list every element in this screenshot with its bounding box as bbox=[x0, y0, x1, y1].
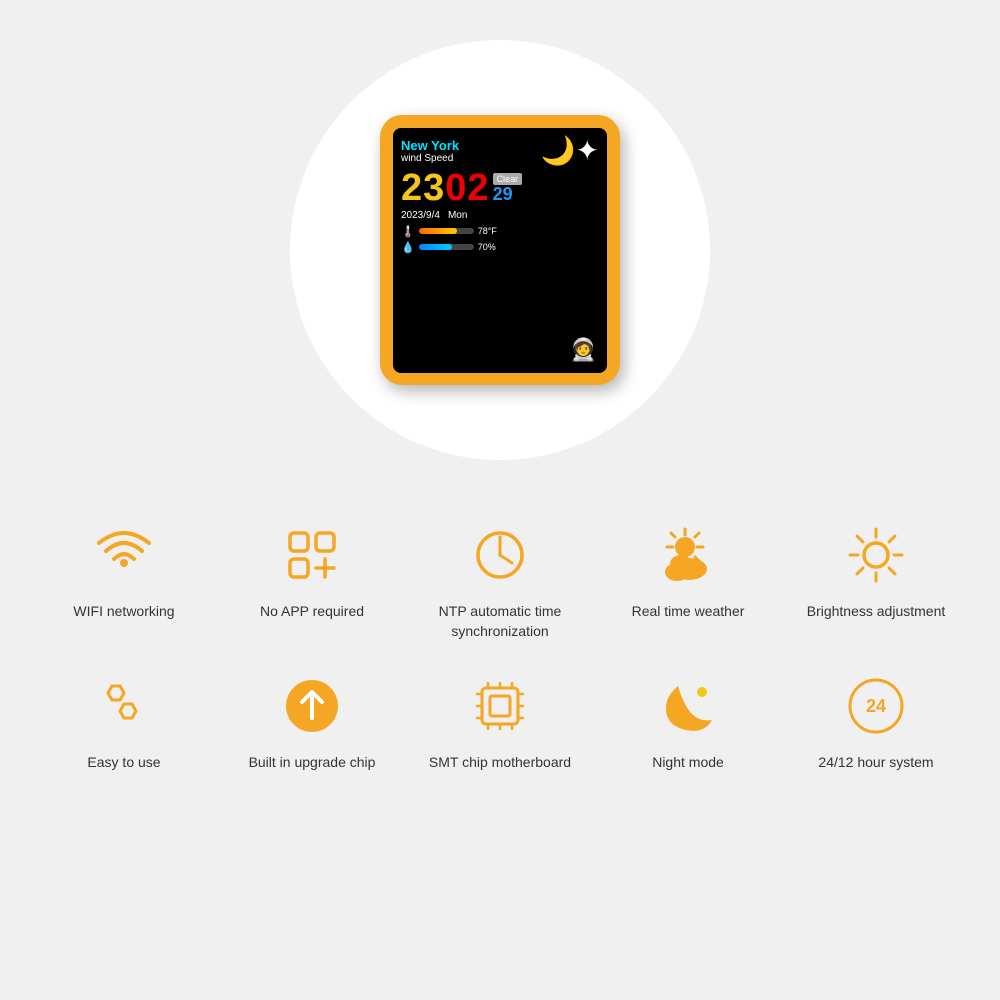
thermometer-icon: 🌡️ bbox=[401, 225, 415, 238]
ntp-label: NTP automatic time synchronization bbox=[410, 602, 590, 641]
product-section: New York wind Speed 🌙✦ 2 3 0 2 Clear 29 bbox=[0, 0, 1000, 500]
feature-app: No APP required bbox=[222, 520, 402, 622]
wifi-icon bbox=[89, 520, 159, 590]
features-section: WIFI networking No APP required bbox=[0, 500, 1000, 773]
feature-night: Night mode bbox=[598, 671, 778, 773]
astronaut-icon: 🧑‍🚀 bbox=[570, 337, 597, 363]
humidity-reading: 70% bbox=[478, 242, 496, 252]
humidity-icon: 💧 bbox=[401, 241, 415, 254]
weather-label: Real time weather bbox=[632, 602, 745, 622]
upgrade-label: Built in upgrade chip bbox=[249, 753, 376, 773]
device-screen: New York wind Speed 🌙✦ 2 3 0 2 Clear 29 bbox=[393, 128, 607, 373]
feature-upgrade: Built in upgrade chip bbox=[222, 671, 402, 773]
brightness-label: Brightness adjustment bbox=[807, 602, 946, 622]
smt-icon bbox=[465, 671, 535, 741]
easy-icon bbox=[89, 671, 159, 741]
weather-icon bbox=[653, 520, 723, 590]
date-display: 2023/9/4 bbox=[401, 210, 440, 221]
temp-reading: 78°F bbox=[478, 226, 497, 236]
night-icon bbox=[653, 671, 723, 741]
night-label: Night mode bbox=[652, 753, 724, 773]
weather-status: Clear bbox=[493, 173, 523, 185]
temperature-display: 29 bbox=[493, 185, 513, 203]
time-digit-1: 2 bbox=[401, 169, 422, 207]
no-app-icon bbox=[277, 520, 347, 590]
smt-label: SMT chip motherboard bbox=[429, 753, 571, 773]
feature-weather: Real time weather bbox=[598, 520, 778, 622]
features-row-1: WIFI networking No APP required bbox=[30, 520, 970, 641]
upgrade-icon bbox=[277, 671, 347, 741]
humidity-bar bbox=[419, 244, 474, 250]
time-digit-2: 3 bbox=[423, 169, 444, 207]
app-label: No APP required bbox=[260, 602, 364, 622]
circle-background: New York wind Speed 🌙✦ 2 3 0 2 Clear 29 bbox=[290, 40, 710, 460]
hour-icon: 24 bbox=[841, 671, 911, 741]
feature-easy: Easy to use bbox=[34, 671, 214, 773]
feature-ntp: NTP automatic time synchronization bbox=[410, 520, 590, 641]
svg-text:24: 24 bbox=[866, 696, 886, 716]
feature-smt: SMT chip motherboard bbox=[410, 671, 590, 773]
day-display: Mon bbox=[448, 210, 467, 221]
time-digit-3: 0 bbox=[445, 169, 466, 207]
city-name: New York bbox=[401, 138, 459, 153]
feature-brightness: Brightness adjustment bbox=[786, 520, 966, 622]
brightness-icon bbox=[841, 520, 911, 590]
easy-label: Easy to use bbox=[87, 753, 160, 773]
moon-icon: 🌙✦ bbox=[541, 134, 599, 167]
device: New York wind Speed 🌙✦ 2 3 0 2 Clear 29 bbox=[380, 115, 620, 385]
ntp-icon bbox=[465, 520, 535, 590]
wifi-label: WIFI networking bbox=[73, 602, 174, 622]
hour-label: 24/12 hour system bbox=[818, 753, 933, 773]
temp-bar bbox=[419, 228, 474, 234]
features-row-2: Easy to use Built in upgrade chip bbox=[30, 671, 970, 773]
feature-wifi: WIFI networking bbox=[34, 520, 214, 622]
wind-label: wind Speed bbox=[401, 153, 459, 164]
time-digit-4: 2 bbox=[467, 169, 488, 207]
feature-hour: 24 24/12 hour system bbox=[786, 671, 966, 773]
